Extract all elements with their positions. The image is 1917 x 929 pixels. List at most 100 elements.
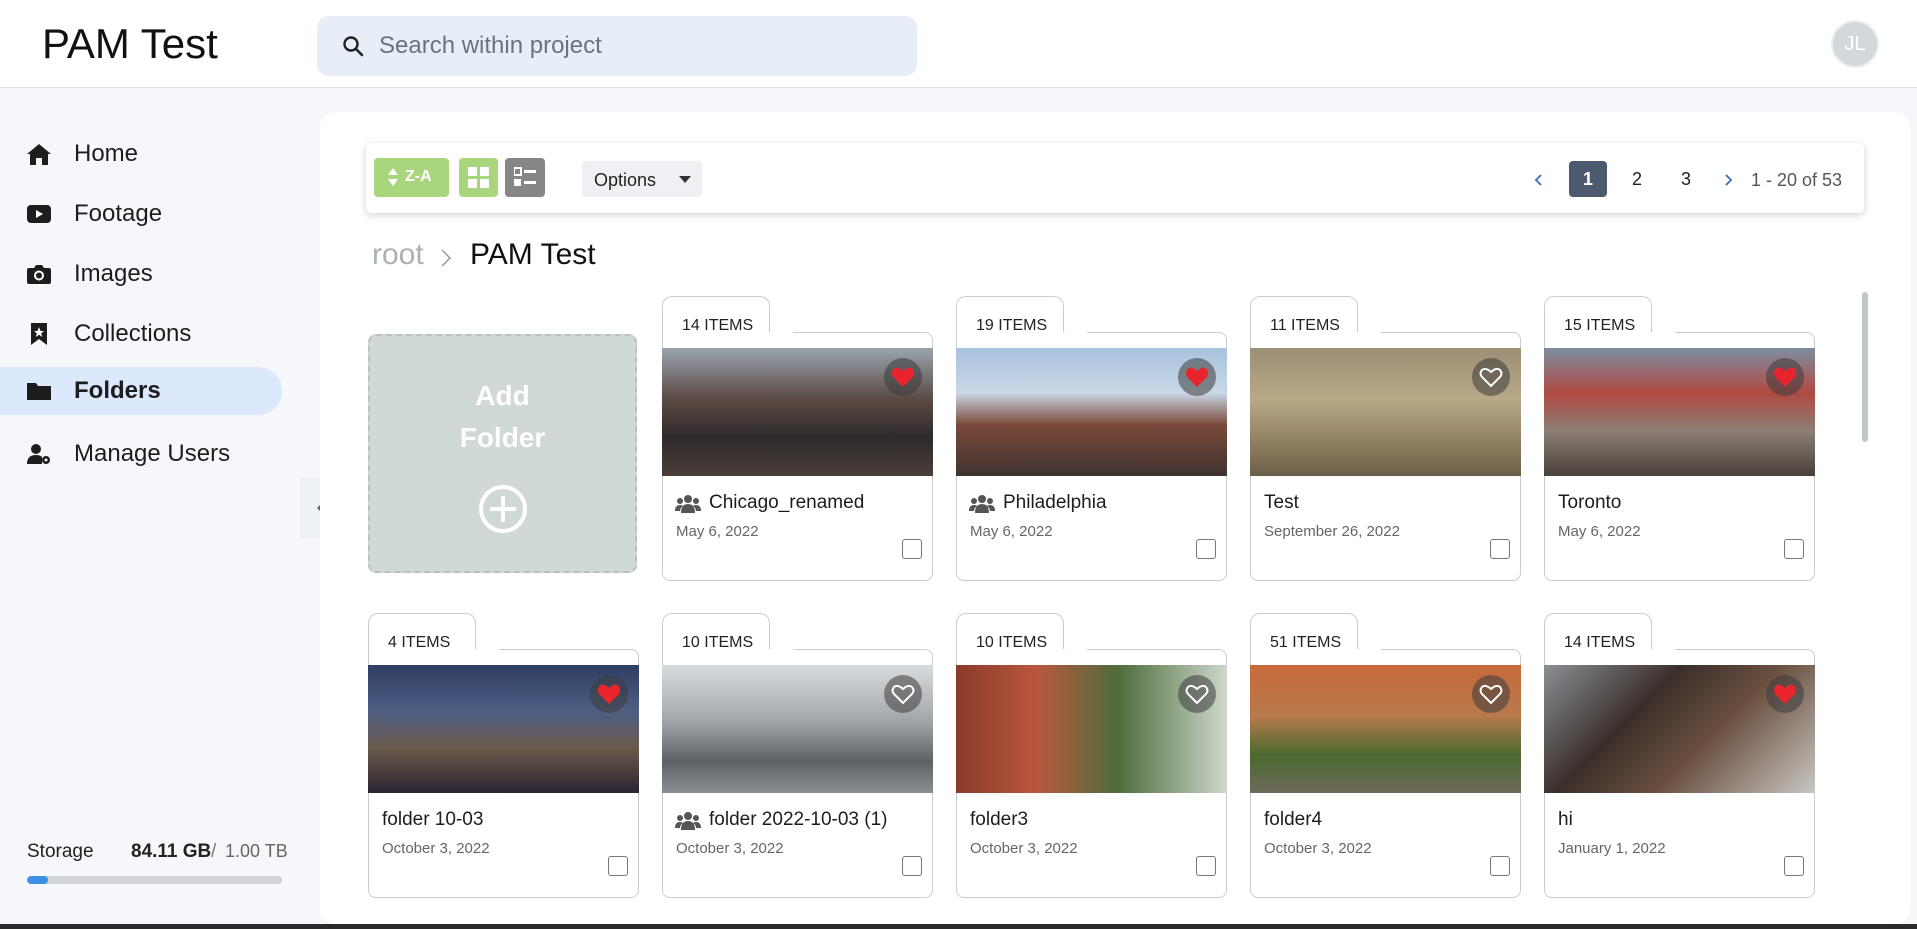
favorite-button[interactable]: [884, 675, 922, 713]
sidebar-item-footage[interactable]: Footage: [0, 190, 282, 238]
folder-select-checkbox[interactable]: [1784, 856, 1804, 876]
shared-users-icon: [675, 812, 701, 830]
folder-select-checkbox[interactable]: [1784, 539, 1804, 559]
folder-card[interactable]: 19 ITEMS Philadelphia May 6, 2022: [956, 296, 1227, 581]
folder-tab-join: [1545, 649, 1675, 657]
folder-tab-join: [663, 649, 793, 657]
heart-outline-icon: [891, 684, 915, 705]
folder-card[interactable]: 10 ITEMS folder3 October 3, 2022: [956, 613, 1227, 898]
favorite-button[interactable]: [1766, 358, 1804, 396]
folder-date: May 6, 2022: [676, 523, 759, 540]
folder-date: May 6, 2022: [1558, 523, 1641, 540]
folder-name[interactable]: folder4: [1264, 809, 1322, 831]
folder-card[interactable]: 11 ITEMS Test September 26, 2022: [1250, 296, 1521, 581]
storage-label: Storage: [27, 841, 94, 862]
bottom-edge: [0, 924, 1917, 929]
sidebar-item-label: Images: [74, 260, 153, 287]
grid-view-button[interactable]: [459, 158, 498, 197]
folder-name[interactable]: hi: [1558, 809, 1573, 831]
folder-select-checkbox[interactable]: [1196, 539, 1216, 559]
folder-name[interactable]: Chicago_renamed: [709, 492, 864, 514]
chevron-left-icon: [1534, 174, 1542, 186]
heart-filled-icon: [1773, 367, 1797, 387]
folder-name[interactable]: folder 2022-10-03 (1): [709, 809, 888, 831]
user-cog-icon: [27, 444, 50, 464]
heart-filled-icon: [1773, 684, 1797, 704]
folder-name[interactable]: Toronto: [1558, 492, 1621, 514]
folder-card[interactable]: 51 ITEMS folder4 October 3, 2022: [1250, 613, 1521, 898]
folder-select-checkbox[interactable]: [902, 539, 922, 559]
sort-icon: [388, 168, 398, 186]
folder-select-checkbox[interactable]: [608, 856, 628, 876]
storage-used: 84.11 GB: [131, 841, 212, 862]
search-box[interactable]: [317, 16, 917, 76]
pagination-range: 1 - 20 of 53: [1751, 170, 1843, 190]
heart-filled-icon: [1185, 367, 1209, 387]
heart-outline-icon: [1185, 684, 1209, 705]
list-view-button[interactable]: [505, 158, 545, 197]
search-input[interactable]: [379, 16, 899, 76]
folder-select-checkbox[interactable]: [1490, 856, 1510, 876]
favorite-button[interactable]: [590, 675, 628, 713]
page-2-button[interactable]: 2: [1618, 161, 1656, 197]
app-title: PAM Test: [42, 20, 218, 67]
favorite-button[interactable]: [884, 358, 922, 396]
folder-card[interactable]: 10 ITEMS folder 2022-10-03 (1) October 3, …: [662, 613, 933, 898]
options-label: Options: [594, 170, 657, 190]
sort-label: Z-A: [405, 168, 432, 185]
folder-select-checkbox[interactable]: [902, 856, 922, 876]
storage-total: 1.00 TB: [225, 841, 288, 861]
previous-page-button[interactable]: [1527, 161, 1551, 197]
folder-select-checkbox[interactable]: [1490, 539, 1510, 559]
add-folder-label-line2: Folder: [459, 422, 546, 453]
folder-date: May 6, 2022: [970, 523, 1053, 540]
folder-name[interactable]: folder 10-03: [382, 809, 483, 831]
folder-tab-join: [663, 332, 793, 340]
folder-date: October 3, 2022: [676, 840, 784, 857]
folder-name[interactable]: Philadelphia: [1003, 492, 1107, 514]
next-page-button[interactable]: [1718, 161, 1742, 197]
folder-date: January 1, 2022: [1558, 840, 1666, 857]
folder-card[interactable]: 15 ITEMS Toronto May 6, 2022: [1544, 296, 1815, 581]
chevron-right-icon: [1725, 174, 1733, 186]
folder-card[interactable]: 14 ITEMS Chicago_renamed May 6, 2022: [662, 296, 933, 581]
main-panel: Z-A Options 1 2 3 1 - 20 of 53 root PAM …: [320, 112, 1910, 924]
heart-filled-icon: [597, 684, 621, 704]
folder-card[interactable]: 14 ITEMS hi January 1, 2022: [1544, 613, 1815, 898]
folder-select-checkbox[interactable]: [1196, 856, 1216, 876]
sidebar-item-folders[interactable]: Folders: [0, 367, 282, 415]
favorite-button[interactable]: [1178, 358, 1216, 396]
folder-name[interactable]: Test: [1264, 492, 1299, 514]
sidebar: Home Footage Images Collections Folders …: [0, 89, 300, 924]
favorite-button[interactable]: [1472, 358, 1510, 396]
folder-tab-join: [1545, 332, 1675, 340]
page-1-button[interactable]: 1: [1569, 161, 1607, 197]
home-icon: [27, 144, 51, 165]
favorite-button[interactable]: [1766, 675, 1804, 713]
page-3-button[interactable]: 3: [1667, 161, 1705, 197]
favorite-button[interactable]: [1178, 675, 1216, 713]
caret-down-icon: [679, 176, 691, 183]
add-folder-label-line1: Add: [475, 380, 530, 411]
sidebar-item-collections[interactable]: Collections: [0, 310, 282, 358]
breadcrumb-separator-icon: [441, 249, 452, 267]
scrollbar[interactable]: [1862, 292, 1868, 442]
sort-button[interactable]: Z-A: [374, 158, 449, 197]
avatar[interactable]: JL: [1831, 20, 1879, 68]
sidebar-item-label: Home: [74, 140, 139, 167]
grid-icon: [468, 167, 489, 188]
sidebar-item-images[interactable]: Images: [0, 250, 282, 298]
sidebar-item-label: Folders: [74, 377, 161, 404]
sidebar-item-home[interactable]: Home: [0, 130, 282, 178]
folder-card[interactable]: 4 ITEMS folder 10-03 October 3, 2022: [368, 613, 639, 898]
breadcrumb-root[interactable]: root: [372, 238, 424, 272]
sidebar-item-manage-users[interactable]: Manage Users: [0, 430, 282, 478]
favorite-button[interactable]: [1472, 675, 1510, 713]
camera-icon: [27, 265, 51, 284]
add-folder-button[interactable]: Add Folder: [368, 334, 637, 573]
folder-name[interactable]: folder3: [970, 809, 1028, 831]
heart-outline-icon: [1479, 684, 1503, 705]
options-dropdown[interactable]: Options: [582, 161, 702, 197]
sidebar-item-label: Manage Users: [74, 440, 231, 467]
list-icon: [514, 167, 536, 186]
